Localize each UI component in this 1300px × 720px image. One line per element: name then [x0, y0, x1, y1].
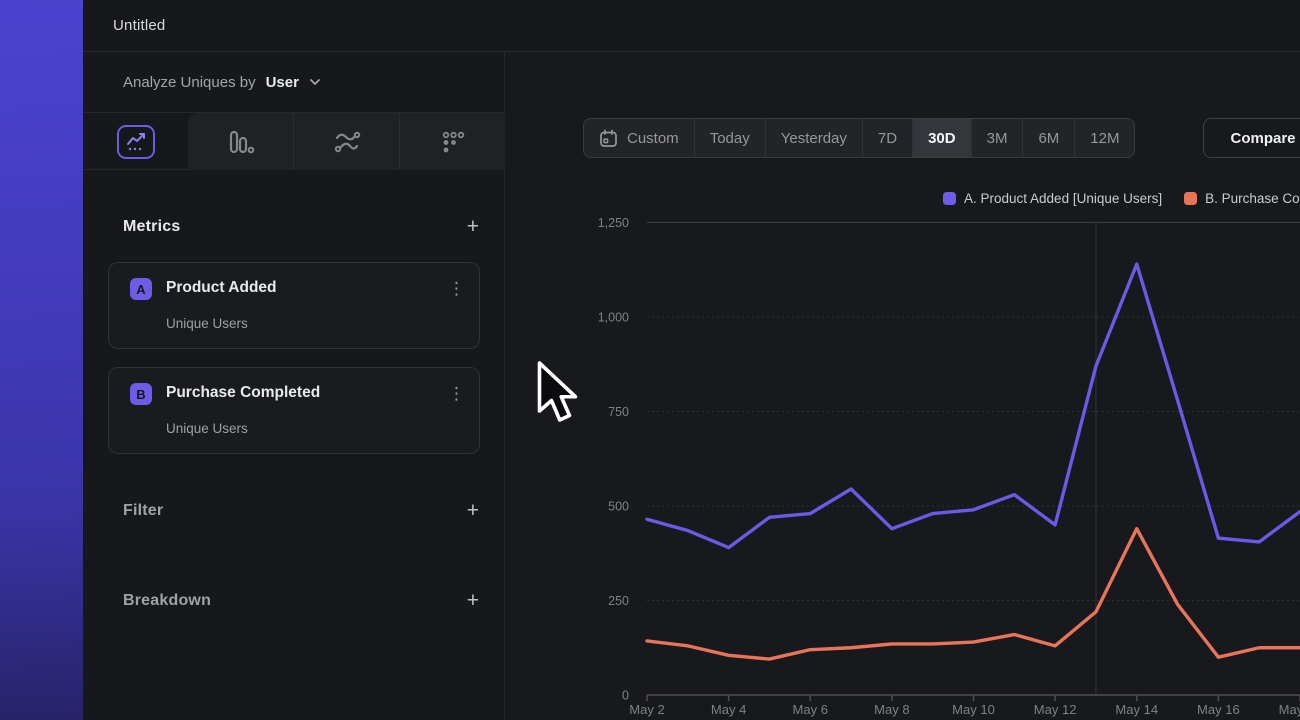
svg-text:750: 750: [608, 405, 629, 419]
screen: Untitled Analyze Uniques by User: [0, 0, 1300, 720]
svg-text:1,250: 1,250: [598, 216, 629, 230]
svg-text:May 14: May 14: [1115, 702, 1158, 717]
svg-text:May 10: May 10: [952, 702, 995, 717]
svg-text:May 16: May 16: [1197, 702, 1240, 717]
svg-text:1,000: 1,000: [598, 311, 629, 325]
svg-text:May 18: May 18: [1279, 702, 1300, 717]
svg-text:May 6: May 6: [793, 702, 828, 717]
svg-text:May 8: May 8: [874, 702, 909, 717]
svg-text:250: 250: [608, 594, 629, 608]
line-chart-canvas[interactable]: May 2 May 4 May 6 May 8 May 10 May 12 May 14 Ma…: [0, 0, 1300, 720]
svg-text:0: 0: [622, 689, 629, 703]
svg-text:May 2: May 2: [629, 702, 664, 717]
svg-text:500: 500: [608, 500, 629, 514]
svg-text:May 4: May 4: [711, 702, 746, 717]
svg-text:May 12: May 12: [1034, 702, 1077, 717]
